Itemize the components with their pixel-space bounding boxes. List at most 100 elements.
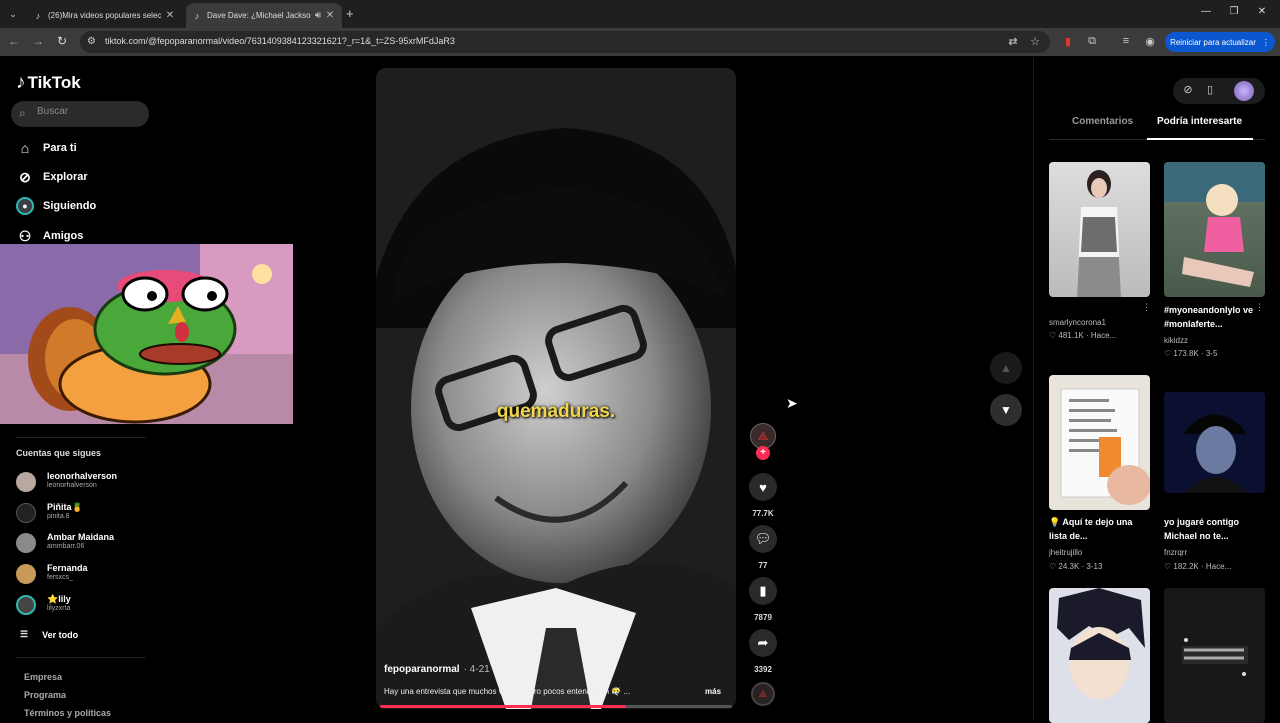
video-thumbnail[interactable]: [1049, 162, 1150, 297]
browser-tab-2[interactable]: ♪ Dave Dave: ¿Michael Jackso 🔊︎ ✕: [186, 3, 342, 28]
thumbnail-image: [1077, 170, 1121, 297]
logo-text: TikTok: [27, 73, 81, 92]
new-tab-button[interactable]: +: [346, 6, 354, 21]
like-button[interactable]: ♥: [749, 473, 777, 501]
browser-tab-bar: ⌄ ♪ (26)Mira videos populares selec ✕ ♪ …: [0, 0, 1280, 28]
share-count: 3392: [754, 665, 772, 674]
profile-avatar[interactable]: ◉: [1142, 35, 1158, 48]
next-video-button[interactable]: ▼: [990, 394, 1022, 426]
avatar: [16, 564, 36, 584]
account-name: Piñita🍍: [47, 502, 83, 512]
account-handle: ammbarr.06: [47, 543, 85, 550]
divider: [16, 437, 146, 438]
followed-account[interactable]: ⭐lily lilyzxrta: [16, 593, 156, 619]
search-input[interactable]: [37, 106, 142, 117]
window-close-icon[interactable]: ✕: [1252, 6, 1272, 17]
speaker-icon[interactable]: 🔊︎: [312, 10, 324, 21]
restore-icon[interactable]: ❐: [1224, 6, 1244, 17]
followed-account[interactable]: Piñita🍍 pinita.8: [16, 501, 156, 527]
more-button[interactable]: más: [705, 687, 721, 696]
extension-icon[interactable]: ▮: [1060, 35, 1076, 48]
kebab-menu-icon[interactable]: ⋮: [1262, 38, 1270, 47]
card-title[interactable]: 💡 Aquí te dejo una lista de...: [1049, 515, 1141, 543]
card-username[interactable]: jheitrujillo: [1049, 548, 1082, 557]
footer-link[interactable]: Empresa: [24, 672, 62, 682]
card-title[interactable]: #myoneandonlylo ve #monlaferte...: [1164, 303, 1256, 331]
card-more-icon[interactable]: ⋮: [1255, 302, 1264, 313]
phone-icon[interactable]: ▯: [1202, 83, 1218, 96]
card-more-icon[interactable]: ⋮: [1142, 302, 1151, 313]
followed-account[interactable]: Ambar Maidana ammbarr.06: [16, 531, 156, 557]
card-title[interactable]: yo jugaré contigo Michael no te...: [1164, 515, 1256, 543]
video-thumbnail[interactable]: [1164, 588, 1265, 723]
card-username[interactable]: smarlyncorona1: [1049, 318, 1106, 327]
reload-icon[interactable]: ↻: [54, 34, 70, 48]
following-accounts-title: Cuentas que sigues: [16, 448, 102, 458]
tab-search-button[interactable]: ⌄: [6, 7, 20, 21]
frog-mascot-illustration: [0, 244, 293, 424]
video-thumbnail[interactable]: [1049, 588, 1150, 723]
user-avatar[interactable]: [1234, 81, 1254, 101]
close-icon[interactable]: ✕: [164, 10, 176, 21]
home-icon: ⌂: [20, 140, 30, 156]
compass-icon: ⊘: [19, 168, 31, 185]
browser-tab-1[interactable]: ♪ (26)Mira videos populares selec ✕: [27, 3, 182, 28]
video-author[interactable]: fepoparanormal · 4-21: [384, 664, 490, 675]
forward-icon[interactable]: →: [30, 34, 46, 48]
nav-amigos[interactable]: ⚇ Amigos: [16, 227, 84, 245]
tiktok-logo[interactable]: ♪ TikTok: [16, 72, 81, 94]
tab-suggestions[interactable]: Podría interesarte: [1157, 116, 1242, 127]
nav-label: Para ti: [43, 142, 77, 154]
video-progress-bar[interactable]: [380, 705, 732, 708]
save-button[interactable]: ▮: [749, 577, 777, 605]
previous-video-button[interactable]: ▲: [990, 352, 1022, 384]
site-info-icon[interactable]: ⚙: [87, 36, 96, 47]
translate-icon[interactable]: ⇄: [1005, 35, 1021, 48]
thumbnail-image: [1164, 588, 1265, 723]
friends-icon: ⚇: [18, 227, 32, 244]
nav-siguiendo[interactable]: ● Siguiendo: [16, 197, 96, 215]
search-box[interactable]: ⌕: [11, 101, 149, 127]
author-name[interactable]: fepoparanormal: [384, 664, 460, 675]
account-name: ⭐lily: [47, 594, 71, 604]
share-arrow-icon: ➦: [757, 635, 769, 650]
footer-link[interactable]: Programa: [24, 690, 66, 700]
share-button[interactable]: ➦: [749, 629, 777, 657]
url-text[interactable]: tiktok.com/@fepoparanormal/video/7631409…: [105, 36, 455, 46]
card-username[interactable]: kikidzz: [1164, 336, 1188, 345]
picture-in-picture-overlay[interactable]: [0, 244, 293, 424]
video-player[interactable]: quemaduras. fepoparanormal · 4-21 Hay una…: [376, 68, 736, 709]
mouse-cursor-icon: ➤: [786, 395, 798, 411]
media-controls-icon[interactable]: ≡: [1118, 35, 1134, 47]
extensions-puzzle-icon[interactable]: ⧉: [1084, 35, 1100, 48]
restart-update-button[interactable]: Reiniciar para actualizar ⋮: [1165, 32, 1275, 52]
thumbnail-image: [1060, 388, 1150, 505]
video-thumbnail[interactable]: [1164, 162, 1265, 297]
see-all-button[interactable]: ☰ Ver todo: [20, 629, 78, 640]
video-thumbnail[interactable]: [1049, 375, 1150, 510]
card-username[interactable]: fnzrqrr: [1164, 548, 1187, 557]
divider: [16, 657, 146, 658]
minimize-icon[interactable]: —: [1196, 6, 1216, 17]
save-count: 7879: [754, 613, 772, 622]
followed-account[interactable]: Fernanda fersxcs_: [16, 562, 156, 588]
video-description: Hay una entrevista que muchos vieron, pe…: [384, 687, 631, 696]
nav-explorar[interactable]: ⊘ Explorar: [16, 168, 88, 186]
coin-icon[interactable]: ⊘: [1180, 83, 1196, 96]
address-bar[interactable]: ⚙ tiktok.com/@fepoparanormal/video/76314…: [80, 31, 1050, 53]
account-name: Fernanda: [47, 563, 88, 573]
music-disc-icon[interactable]: ⟁: [751, 682, 775, 706]
followed-account[interactable]: leonorhalverson leonorhalverson: [16, 470, 156, 496]
top-right-tools: ⊘ ▯: [1173, 78, 1265, 104]
avatar: [16, 472, 36, 492]
close-icon[interactable]: ✕: [324, 10, 336, 21]
card-stats: ♡ 481.1K · Hace...: [1049, 331, 1117, 340]
follow-plus-button[interactable]: +: [756, 446, 770, 460]
nav-para-ti[interactable]: ⌂ Para ti: [16, 139, 77, 157]
footer-link[interactable]: Términos y políticas: [24, 708, 111, 718]
back-icon[interactable]: ←: [6, 34, 22, 48]
video-thumbnail[interactable]: [1164, 392, 1265, 493]
tab-comments[interactable]: Comentarios: [1072, 116, 1133, 127]
comment-button[interactable]: 💬︎: [749, 525, 777, 553]
bookmark-star-icon[interactable]: ☆: [1027, 35, 1043, 48]
